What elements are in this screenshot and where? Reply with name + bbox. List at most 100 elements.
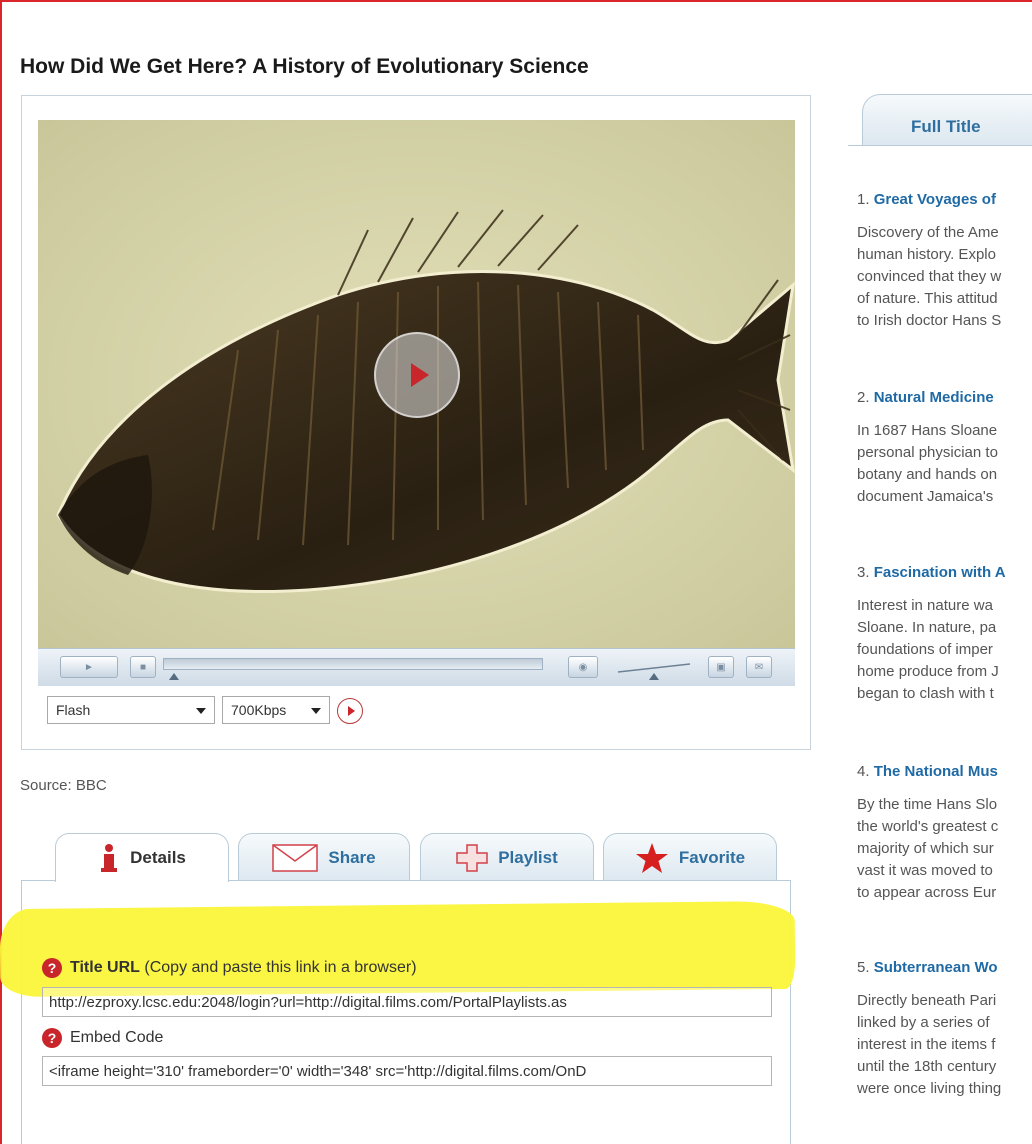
chapter-description-line: human history. Explo bbox=[857, 246, 996, 263]
progress-handle[interactable] bbox=[169, 673, 180, 680]
tab-full-title[interactable]: Full Title bbox=[862, 94, 1032, 146]
chapter-description-line: document Jamaica's bbox=[857, 488, 994, 505]
progress-bar[interactable] bbox=[163, 658, 543, 670]
yellow-highlight-annotation bbox=[0, 900, 796, 998]
chapter-description-line: Directly beneath Pari bbox=[857, 992, 997, 1009]
help-icon[interactable]: ? bbox=[42, 1028, 62, 1048]
chapter-item: 3. Fascination with A Interest in nature … bbox=[857, 563, 1032, 705]
chapter-description: In 1687 Hans Sloane personal physician to… bbox=[857, 420, 1032, 508]
chapter-title-link[interactable]: The National Mus bbox=[874, 763, 998, 780]
fullscreen-button[interactable]: ▣ bbox=[708, 656, 734, 678]
tab-favorite-label: Favorite bbox=[678, 847, 746, 867]
chapter-description: Discovery of the Ame human history. Explo… bbox=[857, 222, 1032, 332]
format-select-value: Flash bbox=[56, 702, 91, 718]
chapter-description-line: of nature. This attitud bbox=[857, 290, 998, 307]
stop-icon: ■ bbox=[139, 661, 147, 673]
tab-details[interactable]: Details bbox=[55, 833, 229, 882]
embed-code-field[interactable]: <iframe height='310' frameborder='0' wid… bbox=[42, 1056, 772, 1086]
chapter-heading: 2. Natural Medicine bbox=[857, 388, 1032, 408]
volume-slider[interactable] bbox=[618, 663, 690, 673]
apply-settings-button[interactable] bbox=[337, 698, 363, 724]
embed-code-label: ? Embed Code bbox=[42, 1028, 163, 1048]
chapter-item: 5. Subterranean Wo Directly beneath Pari l… bbox=[857, 958, 1032, 1100]
info-icon bbox=[101, 844, 118, 872]
video-frame[interactable] bbox=[38, 120, 795, 648]
chapter-description: Directly beneath Pari linked by a series … bbox=[857, 990, 1032, 1100]
captions-button[interactable]: ✉ bbox=[746, 656, 772, 678]
chapter-description-line: Interest in nature wa bbox=[857, 597, 993, 614]
chapter-title-link[interactable]: Great Voyages of bbox=[874, 191, 996, 208]
chapter-heading: 1. Great Voyages of bbox=[857, 190, 1032, 210]
chapter-description-line: home produce from J bbox=[857, 663, 999, 680]
tab-playlist-label: Playlist bbox=[498, 847, 558, 867]
title-url-hint: (Copy and paste this link in a browser) bbox=[144, 959, 417, 976]
chapter-heading: 5. Subterranean Wo bbox=[857, 958, 1032, 978]
chapter-title-link[interactable]: Fascination with A bbox=[874, 564, 1006, 581]
chapter-description-line: until the 18th century bbox=[857, 1058, 997, 1075]
embed-code-label-text: Embed Code bbox=[70, 1029, 164, 1046]
chapter-description-line: to Irish doctor Hans S bbox=[857, 312, 1002, 329]
chapter-number: 5. bbox=[857, 959, 870, 976]
chapter-number: 4. bbox=[857, 763, 870, 780]
player-controls: ► ■ ◉ ▣ ✉ bbox=[38, 648, 795, 686]
tab-playlist[interactable]: Playlist bbox=[420, 833, 594, 881]
play-icon bbox=[347, 706, 355, 716]
tab-details-label: Details bbox=[130, 848, 186, 867]
star-icon bbox=[635, 842, 668, 873]
chapter-heading: 4. The National Mus bbox=[857, 762, 1032, 782]
chapter-item: 4. The National Mus By the time Hans Slo t… bbox=[857, 762, 1032, 904]
title-url-label-text: Title URL bbox=[70, 959, 140, 976]
envelope-icon bbox=[272, 843, 319, 872]
chapter-description-line: personal physician to bbox=[857, 444, 998, 461]
help-icon[interactable]: ? bbox=[42, 958, 62, 978]
stop-button[interactable]: ■ bbox=[130, 656, 156, 678]
tab-full-title-label: Full Title bbox=[911, 117, 981, 136]
sidebar-tab-divider bbox=[848, 145, 1032, 146]
source-label: Source: BBC bbox=[20, 777, 107, 794]
chapter-description-line: to appear across Eur bbox=[857, 884, 997, 901]
dropdown-arrow-icon bbox=[311, 708, 321, 714]
format-select[interactable]: Flash bbox=[47, 696, 215, 724]
chapter-description-line: linked by a series of bbox=[857, 1014, 990, 1031]
chapter-description-line: began to clash with t bbox=[857, 685, 994, 702]
chapter-description-line: majority of which sur bbox=[857, 840, 994, 857]
embed-code-value: <iframe height='310' frameborder='0' wid… bbox=[49, 1062, 587, 1080]
bitrate-select-value: 700Kbps bbox=[231, 702, 287, 718]
dropdown-arrow-icon bbox=[196, 708, 206, 714]
bitrate-select[interactable]: 700Kbps bbox=[222, 696, 330, 724]
play-button[interactable]: ► bbox=[60, 656, 118, 678]
tab-favorite[interactable]: Favorite bbox=[603, 833, 777, 881]
video-player: ► ■ ◉ ▣ ✉ Flash 700Kbps bbox=[21, 95, 811, 750]
title-url-label: ? Title URL (Copy and paste this link in… bbox=[42, 958, 417, 978]
chapter-description-line: the world's greatest c bbox=[857, 818, 999, 835]
tab-share[interactable]: Share bbox=[238, 833, 410, 881]
title-url-value: http://ezproxy.lcsc.edu:2048/login?url=h… bbox=[49, 993, 567, 1011]
chapter-description: By the time Hans Slo the world's greatest… bbox=[857, 794, 1032, 904]
play-icon bbox=[411, 363, 429, 387]
play-overlay-button[interactable] bbox=[374, 332, 460, 418]
volume-button[interactable]: ◉ bbox=[568, 656, 598, 678]
chapter-description-line: foundations of imper bbox=[857, 641, 993, 658]
chapter-title-link[interactable]: Subterranean Wo bbox=[874, 959, 998, 976]
chapter-description-line: were once living thing bbox=[857, 1080, 1002, 1097]
plus-icon bbox=[456, 843, 488, 872]
volume-handle[interactable] bbox=[649, 673, 659, 680]
title-url-field[interactable]: http://ezproxy.lcsc.edu:2048/login?url=h… bbox=[42, 987, 772, 1017]
chapter-description-line: vast it was moved to bbox=[857, 862, 993, 879]
chapter-description-line: In 1687 Hans Sloane bbox=[857, 422, 998, 439]
chapter-description-line: convinced that they w bbox=[857, 268, 1002, 285]
chapter-description-line: By the time Hans Slo bbox=[857, 796, 998, 813]
chapter-title-link[interactable]: Natural Medicine bbox=[874, 389, 994, 406]
chapter-description-line: botany and hands on bbox=[857, 466, 998, 483]
chapter-description-line: Sloane. In nature, pa bbox=[857, 619, 997, 636]
chapter-description-line: interest in the items f bbox=[857, 1036, 996, 1053]
fullscreen-icon: ▣ bbox=[716, 661, 726, 673]
chapter-item: 1. Great Voyages of Discovery of the Ame h… bbox=[857, 190, 1032, 332]
chapter-item: 2. Natural Medicine In 1687 Hans Sloane pe… bbox=[857, 388, 1032, 508]
speaker-icon: ◉ bbox=[578, 661, 588, 673]
play-icon: ► bbox=[84, 661, 94, 673]
speech-bubble-icon: ✉ bbox=[754, 661, 764, 673]
chapter-number: 1. bbox=[857, 191, 870, 208]
page-title: How Did We Get Here? A History of Evolut… bbox=[20, 55, 589, 78]
tab-share-label: Share bbox=[328, 847, 376, 867]
